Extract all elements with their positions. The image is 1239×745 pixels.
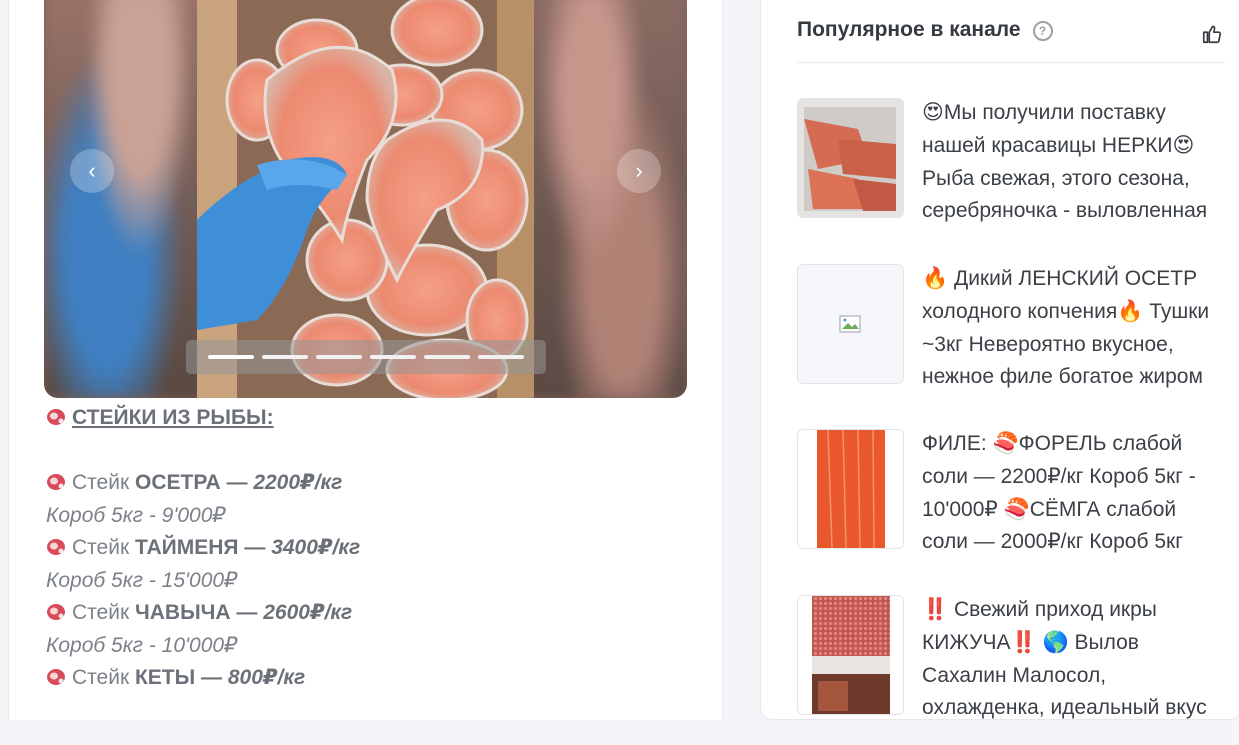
popular-post-text[interactable]: ФИЛЕ: 🍣ФОРЕЛЬ слабой соли — 2200₽/кг Кор… [922,428,1227,559]
thumbs-up-icon[interactable] [1201,23,1223,45]
product-line: Стейк ТАЙМЕНЯ — 3400₽/кг [46,532,686,565]
product-prefix: Стейк [72,666,135,689]
popular-post-item[interactable]: ФИЛЕ: 🍣ФОРЕЛЬ слабой соли — 2200₽/кг Кор… [797,429,1227,579]
gallery-next-photo-preview [527,0,687,398]
product-name: ТАЙМЕНЯ [134,536,239,559]
product-separator: — [195,666,228,689]
sidebar-title: Популярное в канале [797,18,1021,41]
product-name: КЕТЫ [134,666,196,689]
product-price: 800₽/кг [227,666,306,689]
gallery-main-photo[interactable] [197,0,534,398]
photo-gallery[interactable]: ‹ › [44,0,687,398]
gallery-dot[interactable] [478,355,524,359]
post-thumbnail[interactable] [797,429,904,549]
product-line: Стейк ОСЕТРА — 2200₽/кг [46,467,686,500]
popular-post-item[interactable]: 🔥 Дикий ЛЕНСКИЙ ОСЕТР холодного копчения… [797,264,1227,414]
gallery-pagination [186,340,546,374]
post-thumbnail[interactable] [797,595,904,715]
gallery-dot[interactable] [208,355,254,359]
popular-post-item[interactable]: ‼️ Свежий приход икры КИЖУЧА‼️ 🌎 Вылов С… [797,595,1227,745]
popular-post-item[interactable]: 😍Мы получили поставку нашей красавицы НЕ… [797,98,1227,248]
post-heading-line: СТЕЙКИ ИЗ РЫБЫ: [46,402,686,435]
question-circle-icon[interactable]: ? [1032,21,1053,41]
popular-post-text[interactable]: 🔥 Дикий ЛЕНСКИЙ ОСЕТР холодного копчения… [922,263,1227,394]
product-line: Стейк КЕТЫ — 800₽/кг [46,662,686,695]
salmon-steaks-photo [197,0,534,398]
chevron-right-icon: › [635,158,643,183]
product-price: 3400₽/кг [271,536,361,559]
product-name: ОСЕТРА [134,471,221,494]
post-thumbnail[interactable] [797,98,904,218]
popular-post-text[interactable]: ‼️ Свежий приход икры КИЖУЧА‼️ 🌎 Вылов С… [922,594,1227,725]
gallery-prev-photo-preview [44,0,204,398]
product-box-price: Короб 5кг - 15'000₽ [46,568,238,592]
product-box-price: Короб 5кг - 9'000₽ [46,503,226,527]
broken-image-icon [839,315,861,333]
product-separator: — [220,471,254,494]
product-line: Стейк ЧАВЫЧА — 2600₽/кг [46,597,686,630]
post-thumbnail[interactable] [797,264,904,384]
product-name: ЧАВЫЧА [134,601,231,624]
gallery-dot[interactable] [262,355,308,359]
meat-emoji-icon [47,474,65,490]
post-text: СТЕЙКИ ИЗ РЫБЫ: Стейк ОСЕТРА — 2200₽/кг … [46,402,686,695]
red-caviar-image [798,596,903,714]
gallery-dot[interactable] [316,355,362,359]
popular-post-text[interactable]: 😍Мы получили поставку нашей красавицы НЕ… [922,97,1227,228]
product-box-price: Короб 5кг - 10'000₽ [46,633,238,657]
gallery-next-button[interactable]: › [617,149,661,193]
gallery-dot[interactable] [370,355,416,359]
post-card: ‹ › СТЕЙКИ ИЗ РЫБЫ: Стейк ОСЕТРА — 2200₽… [8,0,723,720]
trout-fillet-image [798,430,903,548]
product-prefix: Стейк [72,601,135,624]
meat-emoji-icon [47,409,65,425]
gallery-prev-button[interactable]: ‹ [70,149,114,193]
meat-emoji-icon [47,669,65,685]
sidebar-header: Популярное в канале ? [797,16,1225,63]
product-separator: — [238,536,272,559]
chevron-left-icon: ‹ [88,158,96,183]
gallery-dot[interactable] [424,355,470,359]
product-separator: — [230,601,264,624]
product-price: 2600₽/кг [263,601,353,624]
popular-sidebar: Популярное в канале ? 😍Мы получили поста… [760,0,1239,720]
product-prefix: Стейк [72,471,135,494]
meat-emoji-icon [47,539,65,555]
product-prefix: Стейк [72,536,135,559]
red-fish-fillets-image [798,99,903,217]
product-price: 2200₽/кг [253,471,343,494]
meat-emoji-icon [47,604,65,620]
post-heading: СТЕЙКИ ИЗ РЫБЫ: [72,406,274,429]
